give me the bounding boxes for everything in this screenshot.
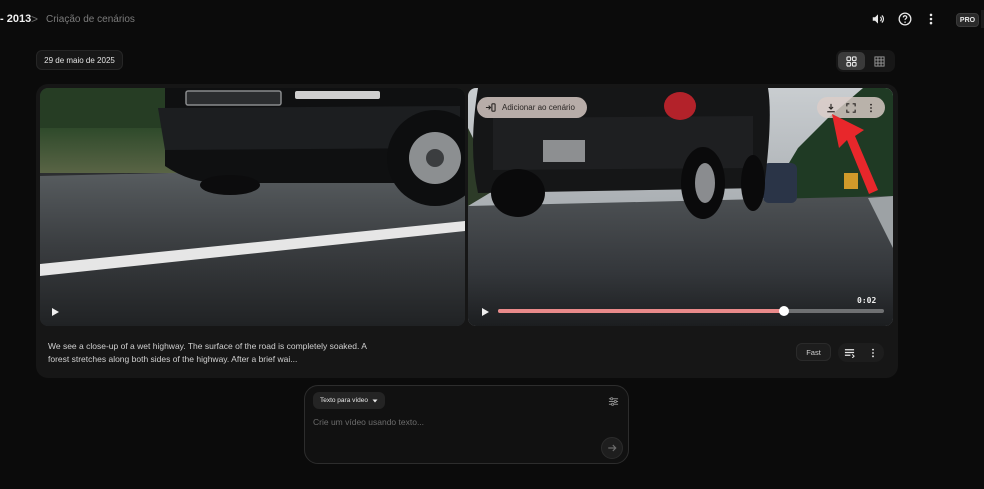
chevron-down-icon — [372, 399, 378, 402]
add-to-scene-icon — [485, 103, 496, 112]
video-timecode: 0:02 — [857, 296, 877, 305]
view-toggle — [836, 50, 895, 72]
volume-icon[interactable] — [869, 10, 887, 28]
help-icon[interactable] — [896, 10, 914, 28]
more-vertical-icon[interactable] — [865, 345, 881, 361]
card-actions — [838, 343, 884, 362]
settings-sliders-icon[interactable] — [606, 394, 620, 408]
reuse-prompt-icon[interactable] — [842, 345, 858, 361]
mode-select[interactable]: Texto para vídeo — [313, 392, 385, 409]
pro-badge: PRO — [956, 13, 979, 27]
prompt-input[interactable] — [313, 414, 593, 430]
prompt-description: We see a close-up of a wet highway. The … — [48, 341, 367, 364]
mode-select-label: Texto para vídeo — [319, 397, 369, 404]
arrow-right-icon — [608, 444, 617, 452]
video-scrubber[interactable] — [498, 306, 884, 316]
grid-small-icon[interactable] — [867, 52, 894, 70]
annotation-arrow-icon — [832, 114, 878, 194]
video-progress-fill — [498, 309, 784, 313]
breadcrumb-current-page: Criação de cenários — [46, 14, 135, 25]
video-left-frame — [40, 88, 465, 326]
video-left[interactable] — [40, 88, 465, 326]
video-scrubber-handle[interactable] — [778, 306, 789, 316]
play-icon[interactable] — [480, 307, 490, 317]
model-chip: Fast — [796, 343, 831, 361]
add-to-scene-label: Adicionar ao cenário — [502, 103, 575, 112]
top-bar: - 2013 > Criação de cenários PRO — [0, 0, 984, 40]
breadcrumb-separator: > — [31, 12, 39, 26]
send-button[interactable] — [601, 437, 623, 459]
date-chip: 29 de maio de 2025 — [36, 50, 123, 70]
add-to-scene-button[interactable]: Adicionar ao cenário — [477, 97, 587, 118]
breadcrumb-project[interactable]: - 2013 — [0, 13, 31, 25]
play-icon[interactable] — [50, 307, 60, 317]
grid-large-icon[interactable] — [838, 52, 865, 70]
more-vertical-icon[interactable] — [922, 10, 940, 28]
